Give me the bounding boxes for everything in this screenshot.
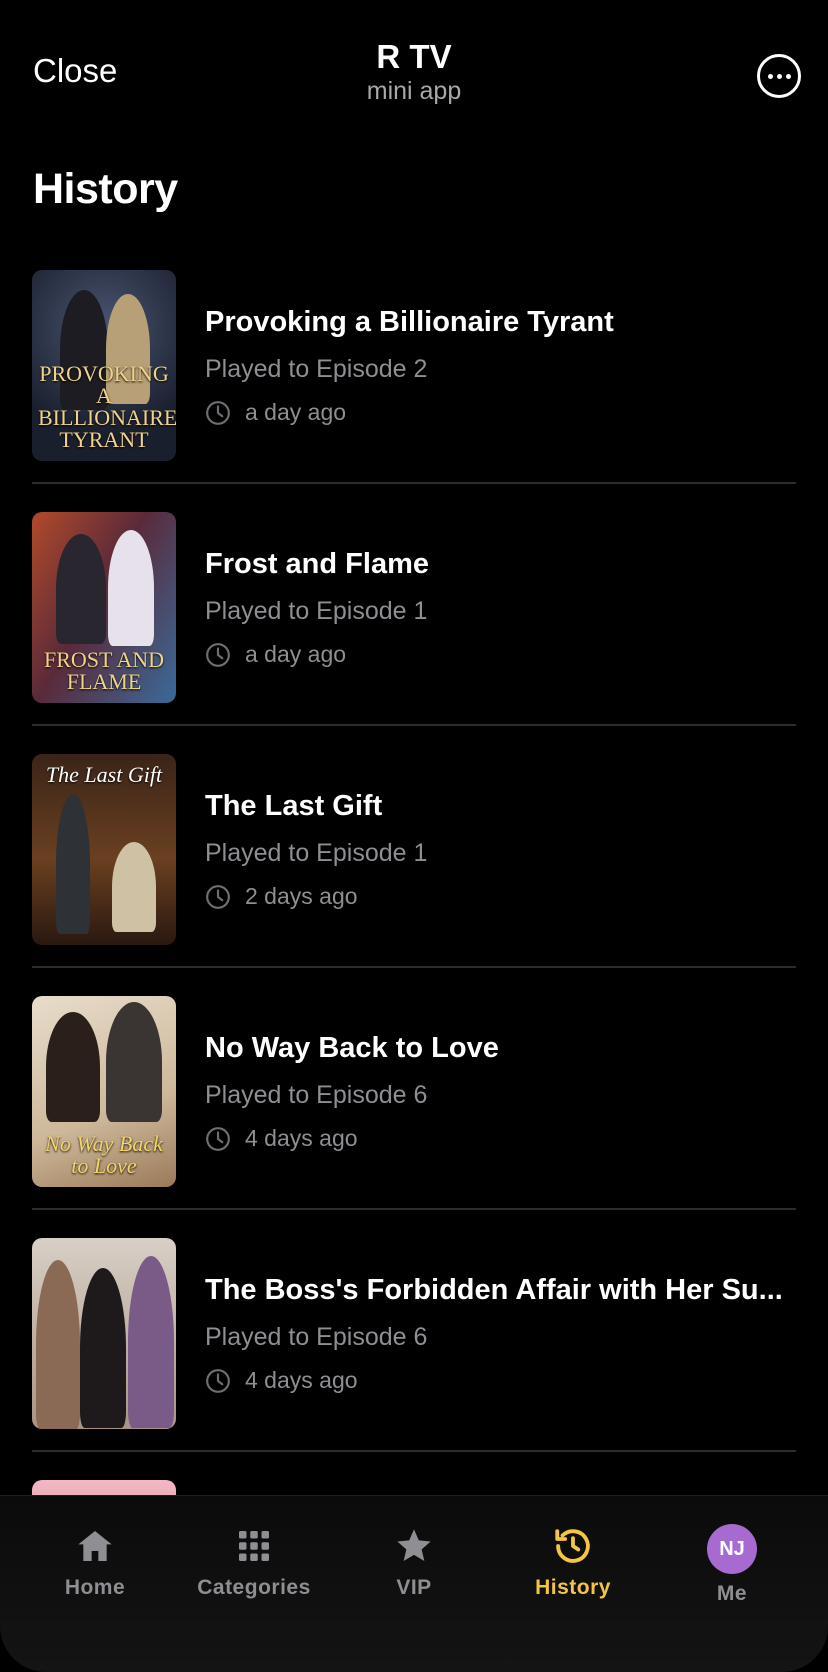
item-title: The Last Gift <box>205 790 383 822</box>
tab-history[interactable]: History <box>493 1524 653 1600</box>
cover-title: FROST AND FLAME <box>43 647 165 694</box>
item-episode: Played to Episode 1 <box>205 597 428 625</box>
bottom-tab-bar: Home Categories VIP History NJ Me <box>0 1495 828 1672</box>
grid-icon <box>174 1524 334 1568</box>
page-title: History <box>33 165 178 213</box>
tab-label: Categories <box>197 1576 311 1599</box>
clock-icon <box>206 1126 230 1151</box>
cover-title: PROVOKING A BILLIONAIRE TYRANT <box>38 361 176 452</box>
more-dot-icon <box>785 73 791 79</box>
more-options-button[interactable] <box>757 54 801 98</box>
more-dot-icon <box>767 73 773 79</box>
item-title: Provoking a Billionaire Tyrant <box>205 306 614 338</box>
item-title: The Boss's Forbidden Affair with Her Su.… <box>205 1274 783 1306</box>
item-time: a day ago <box>205 641 346 668</box>
tab-categories[interactable]: Categories <box>174 1524 334 1600</box>
item-time: 4 days ago <box>205 1125 358 1152</box>
cover-image: FROST AND FLAME <box>32 512 176 703</box>
cover-image: No Way Back to Love <box>32 996 176 1187</box>
more-dot-icon <box>776 73 782 79</box>
cover-title: No Way Back to Love <box>45 1131 163 1178</box>
item-title: No Way Back to Love <box>205 1032 499 1064</box>
app-title: R TV <box>376 38 452 75</box>
top-bar: Close R TV mini app <box>0 0 828 140</box>
home-icon <box>15 1524 175 1568</box>
avatar: NJ <box>707 1524 757 1574</box>
item-time-label: 4 days ago <box>245 1367 358 1393</box>
app-title-block: R TV mini app <box>0 38 828 106</box>
item-title: Frost and Flame <box>205 548 429 580</box>
tab-label: Me <box>716 1582 748 1605</box>
tab-label: Home <box>64 1576 126 1599</box>
item-time: 2 days ago <box>205 883 358 910</box>
cover-title: The Last Gift <box>45 762 163 787</box>
tab-home[interactable]: Home <box>15 1524 175 1600</box>
clock-icon <box>206 884 230 909</box>
star-icon <box>334 1524 494 1568</box>
item-time-label: a day ago <box>245 641 347 667</box>
avatar-wrap: NJ <box>652 1524 812 1574</box>
tab-label: History <box>535 1576 611 1599</box>
divider <box>32 1450 796 1452</box>
item-time: a day ago <box>205 399 346 426</box>
item-episode: Played to Episode 6 <box>205 1323 428 1351</box>
item-time-label: a day ago <box>245 399 347 425</box>
clock-icon <box>206 642 230 667</box>
app-subtitle: mini app <box>366 77 462 105</box>
tab-me[interactable]: NJ Me <box>652 1524 812 1606</box>
tab-vip[interactable]: VIP <box>334 1524 494 1600</box>
history-item[interactable]: The Boss's Forbidden Affair with Her Su.… <box>0 1210 828 1452</box>
tab-label: VIP <box>396 1576 432 1599</box>
history-item[interactable]: The Last Gift The Last Gift Played to Ep… <box>0 726 828 968</box>
history-item[interactable]: PROVOKING A BILLIONAIRE TYRANT Provoking… <box>0 242 828 484</box>
item-episode: Played to Episode 6 <box>205 1081 428 1109</box>
history-item[interactable]: FROST AND FLAME Frost and Flame Played t… <box>0 484 828 726</box>
item-time: 4 days ago <box>205 1367 358 1394</box>
history-list: PROVOKING A BILLIONAIRE TYRANT Provoking… <box>0 242 828 1452</box>
item-episode: Played to Episode 1 <box>205 839 428 867</box>
clock-icon <box>206 400 230 425</box>
cover-image: PROVOKING A BILLIONAIRE TYRANT <box>32 270 176 461</box>
clock-icon <box>206 1368 230 1393</box>
item-time-label: 2 days ago <box>245 883 358 909</box>
item-time-label: 4 days ago <box>245 1125 358 1151</box>
history-icon <box>493 1524 653 1568</box>
history-item[interactable]: No Way Back to Love No Way Back to Love … <box>0 968 828 1210</box>
item-episode: Played to Episode 2 <box>205 355 428 383</box>
cover-image: The Last Gift <box>32 754 176 945</box>
cover-image <box>32 1238 176 1429</box>
